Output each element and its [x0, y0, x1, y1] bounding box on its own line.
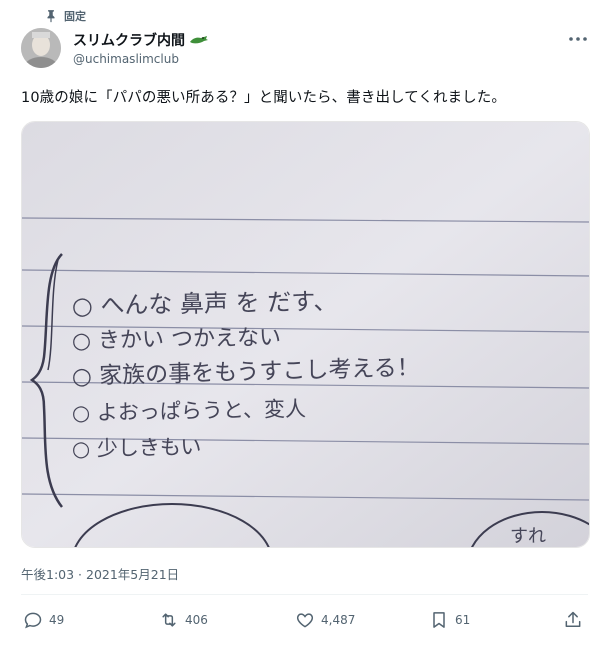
reply-count: 49: [49, 613, 65, 627]
avatar-photo: [21, 28, 61, 68]
bookmark-icon: [433, 612, 445, 628]
pinned-label: 固定: [64, 10, 86, 23]
crocodile-emoji-icon: [190, 36, 208, 44]
share-button[interactable]: [563, 610, 583, 630]
timestamp[interactable]: 午後1:03 · 2021年5月21日: [21, 564, 179, 583]
display-name[interactable]: スリムクラブ内間: [73, 30, 185, 50]
more-options-button[interactable]: [566, 30, 590, 48]
reply-button[interactable]: 49: [23, 610, 64, 630]
more-icon: [569, 37, 587, 41]
note-corner-text: すれ: [510, 526, 546, 547]
note-line-5: ○ 少しきもい: [72, 435, 202, 461]
tweet-photo[interactable]: ○ へんな 鼻声 を だす、 ○ きかい つかえない ○ 家族の事をもうすこし考…: [21, 121, 590, 548]
share-icon: [565, 611, 581, 627]
note-line-1: ○ へんな 鼻声 を だす、: [72, 287, 338, 320]
reply-icon: [24, 612, 42, 629]
bookmark-button[interactable]: 61: [429, 610, 470, 630]
pinned-indicator: 固定: [44, 8, 86, 24]
bookmark-count: 61: [455, 613, 471, 627]
like-count: 4,487: [321, 613, 356, 627]
divider: [21, 594, 588, 595]
like-button[interactable]: 4,487: [295, 610, 355, 630]
user-handle[interactable]: @uchimaslimclub: [73, 52, 179, 66]
note-line-2: ○ きかい つかえない: [72, 325, 282, 354]
notebook-photo: ○ へんな 鼻声 を だす、 ○ きかい つかえない ○ 家族の事をもうすこし考…: [22, 122, 589, 547]
retweet-icon: [162, 613, 176, 627]
note-line-4: ○ よおっぱらうと、変人: [72, 397, 307, 425]
tweet-text: 10歳の娘に「パパの悪い所ある？」と聞いたら、書き出してくれました。: [21, 90, 506, 106]
retweet-button[interactable]: 406: [159, 610, 208, 630]
pin-icon: [47, 10, 55, 23]
heart-icon: [296, 613, 314, 628]
avatar[interactable]: [21, 28, 61, 68]
retweet-count: 406: [185, 613, 208, 627]
action-bar: 49 406 4,487 61: [21, 604, 588, 644]
